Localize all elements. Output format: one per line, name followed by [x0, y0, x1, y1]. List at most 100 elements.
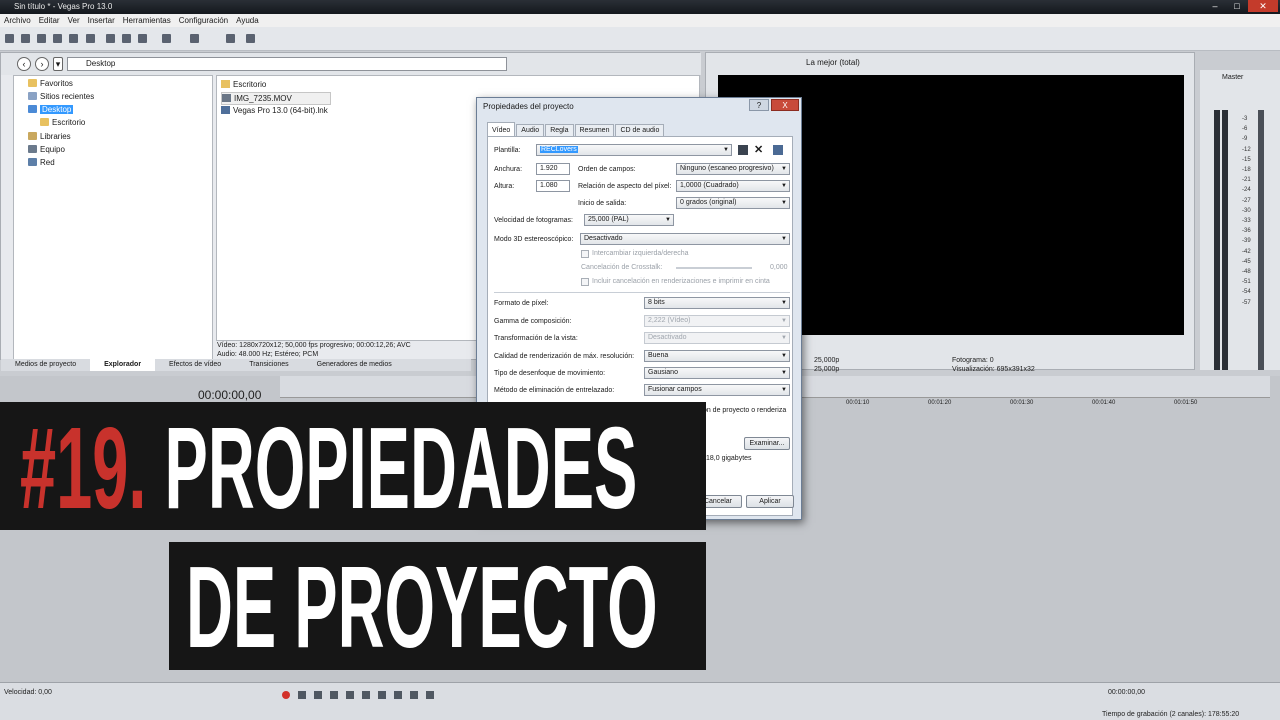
deinterlace-label: Método de eliminación de entrelazado: [494, 387, 615, 394]
prev-frame-icon[interactable] [410, 691, 418, 699]
next-frame-icon[interactable] [426, 691, 434, 699]
dialog-tabs: Vídeo Audio Regla Resumen CD de audio [487, 122, 665, 136]
preview-quality-dropdown[interactable]: La mejor (total) [806, 58, 860, 67]
motion-blur-dropdown[interactable]: Gausiano ▼ [644, 367, 790, 379]
tab-transiciones[interactable]: Transiciones [235, 359, 302, 371]
shortcut-icon [221, 106, 230, 114]
tab-regla[interactable]: Regla [545, 124, 574, 136]
motion-blur-label: Tipo de desenfoque de movimiento: [494, 370, 606, 377]
episode-title-line2: DE PROYECTO [186, 542, 658, 672]
help-pointer-icon[interactable] [246, 34, 255, 43]
main-toolbar [0, 27, 1280, 51]
tab-resumen[interactable]: Resumen [574, 124, 615, 136]
output-rotation-label: Inicio de salida: [578, 200, 627, 207]
menu-editar[interactable]: Editar [39, 14, 60, 27]
maximize-button[interactable]: □ [1226, 0, 1248, 12]
menu-ver[interactable]: Ver [68, 14, 80, 27]
tab-audio[interactable]: Audio [516, 124, 545, 136]
forward-icon[interactable]: › [35, 57, 49, 71]
record-icon[interactable] [282, 691, 290, 699]
open-icon[interactable] [21, 34, 30, 43]
episode-title-line1: #19. PROPIEDADES [20, 410, 637, 526]
tree-item-recent[interactable]: Sitios recientes [28, 91, 94, 102]
tab-efectos-video[interactable]: Efectos de vídeo [155, 359, 235, 371]
redo-icon[interactable] [190, 34, 199, 43]
swap-lr-checkbox[interactable] [581, 250, 589, 258]
height-field[interactable]: 1.080 [536, 180, 570, 192]
match-media-icon[interactable] [773, 145, 783, 155]
tree-item-desktop[interactable]: Desktop [28, 104, 74, 115]
db-scale-label: -6 [1242, 126, 1248, 133]
folder-icon [221, 80, 230, 88]
output-rotation-dropdown[interactable]: 0 grados (original) ▼ [676, 197, 790, 209]
gamma-dropdown[interactable]: 2,222 (Vídeo) ▼ [644, 315, 790, 327]
deinterlace-dropdown[interactable]: Fusionar campos ▼ [644, 384, 790, 396]
width-field[interactable]: 1.920 [536, 163, 570, 175]
chevron-down-icon: ▼ [781, 236, 787, 242]
chevron-down-icon: ▼ [781, 166, 787, 172]
save-as-icon[interactable] [53, 34, 62, 43]
db-scale-label: -24 [1242, 187, 1251, 194]
path-field[interactable]: Desktop [67, 57, 507, 71]
menu-archivo[interactable]: Archivo [4, 14, 31, 27]
stereo-dropdown[interactable]: Desactivado ▼ [580, 233, 790, 245]
save-template-icon[interactable] [738, 145, 748, 155]
copy-icon[interactable] [122, 34, 131, 43]
gamma-label: Gamma de composición: [494, 318, 572, 325]
file-item[interactable]: Escritorio [221, 79, 266, 90]
back-icon[interactable]: ‹ [17, 57, 31, 71]
tab-cd-audio[interactable]: CD de audio [615, 124, 665, 136]
pixel-format-dropdown[interactable]: 8 bits ▼ [644, 297, 790, 309]
play-icon[interactable] [330, 691, 338, 699]
ruler-label: 00:01:30 [1010, 400, 1034, 406]
cut-icon[interactable] [106, 34, 115, 43]
tree-item-red[interactable]: Red [28, 157, 55, 168]
new-icon[interactable] [5, 34, 14, 43]
file-item[interactable]: IMG_7235.MOV [221, 92, 331, 105]
db-scale-label: -9 [1242, 136, 1248, 143]
tree-item-equipo[interactable]: Equipo [28, 144, 65, 155]
menu-ayuda[interactable]: Ayuda [236, 14, 259, 27]
menu-insertar[interactable]: Insertar [88, 14, 115, 27]
properties-icon[interactable] [86, 34, 95, 43]
tab-explorador[interactable]: Explorador [90, 359, 156, 371]
tab-video[interactable]: Vídeo [487, 122, 516, 136]
close-window-button[interactable]: ✕ [1248, 0, 1278, 12]
tab-medios-proyecto[interactable]: Medios de proyecto [1, 359, 90, 371]
menu-configuracion[interactable]: Configuración [179, 14, 228, 27]
help-button[interactable]: ? [749, 99, 769, 111]
browse-button[interactable]: Examinar... [744, 437, 790, 450]
db-scale-label: -45 [1242, 258, 1251, 265]
go-to-start-icon[interactable] [378, 691, 386, 699]
play-from-start-icon[interactable] [314, 691, 322, 699]
tree-item-libraries[interactable]: Libraries [28, 131, 71, 142]
close-dialog-button[interactable]: X [771, 99, 799, 111]
pause-icon[interactable] [346, 691, 354, 699]
stop-icon[interactable] [362, 691, 370, 699]
go-to-end-icon[interactable] [394, 691, 402, 699]
apply-button[interactable]: Aplicar [746, 495, 794, 508]
tree-item-favoritos[interactable]: Favoritos [28, 78, 73, 89]
db-scale-label: -54 [1242, 289, 1251, 296]
history-dropdown-icon[interactable]: ▾ [53, 57, 63, 71]
minimize-button[interactable]: – [1204, 0, 1226, 12]
loop-icon[interactable] [298, 691, 306, 699]
fps-dropdown[interactable]: 25,000 (PAL) ▼ [584, 214, 674, 226]
view-transform-dropdown[interactable]: Desactivado ▼ [644, 332, 790, 344]
snap-icon[interactable] [226, 34, 235, 43]
field-order-dropdown[interactable]: Ninguno (escaneo progresivo) ▼ [676, 163, 790, 175]
undo-icon[interactable] [162, 34, 171, 43]
pixel-aspect-dropdown[interactable]: 1,0000 (Cuadrado) ▼ [676, 180, 790, 192]
paste-icon[interactable] [138, 34, 147, 43]
render-icon[interactable] [69, 34, 78, 43]
render-quality-dropdown[interactable]: Buena ▼ [644, 350, 790, 362]
save-icon[interactable] [37, 34, 46, 43]
tree-item-escritorio[interactable]: Escritorio [40, 117, 85, 128]
file-item[interactable]: Vegas Pro 13.0 (64-bit).lnk [221, 105, 328, 116]
delete-template-icon[interactable]: ✕ [754, 143, 763, 156]
crosstalk-include-checkbox[interactable] [581, 278, 589, 286]
crosstalk-slider[interactable] [676, 267, 752, 269]
template-dropdown[interactable]: RECLovers ▼ [536, 144, 732, 156]
tab-generadores[interactable]: Generadores de medios [303, 359, 406, 371]
menu-herramientas[interactable]: Herramientas [123, 14, 171, 27]
